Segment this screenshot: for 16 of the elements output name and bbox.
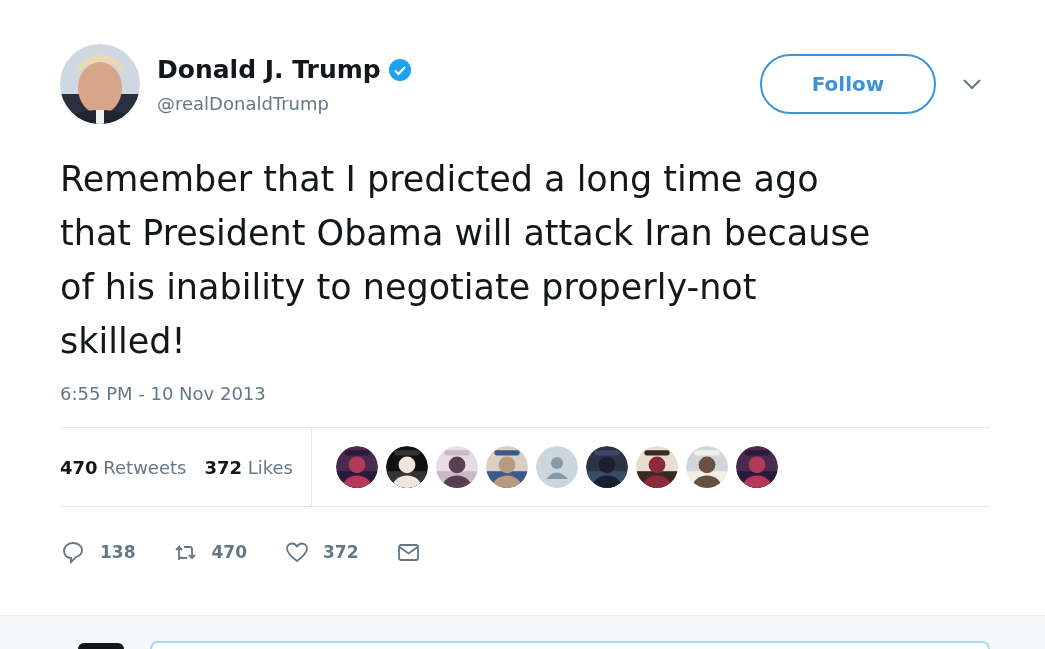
reply-field[interactable] [150, 641, 990, 649]
reply-icon [62, 541, 86, 565]
retweet-button[interactable]: 470 [173, 540, 247, 566]
author-name[interactable]: Donald J. Trump [157, 50, 381, 89]
reply-avatar [78, 643, 124, 649]
chevron-down-icon[interactable] [962, 78, 982, 90]
follow-button[interactable]: Follow [760, 54, 936, 114]
heart-icon [285, 541, 309, 565]
stat-link[interactable]: 372 Likes [204, 453, 293, 481]
tweet-text: Remember that I predicted a long time ago that President Obama will attack Iran because of his inability to negotiate properly-not skilled! [60, 158, 872, 363]
like-button[interactable]: 372 [285, 540, 359, 566]
author-handle[interactable]: @realDonaldTrump [157, 90, 411, 118]
reply-button[interactable]: 138 [62, 540, 136, 566]
timestamp[interactable]: 6:55 PM - 10 Nov 2013 [60, 380, 990, 407]
stat-link[interactable]: 470 Retweets [60, 453, 187, 481]
default-avatar-icon [536, 446, 578, 488]
